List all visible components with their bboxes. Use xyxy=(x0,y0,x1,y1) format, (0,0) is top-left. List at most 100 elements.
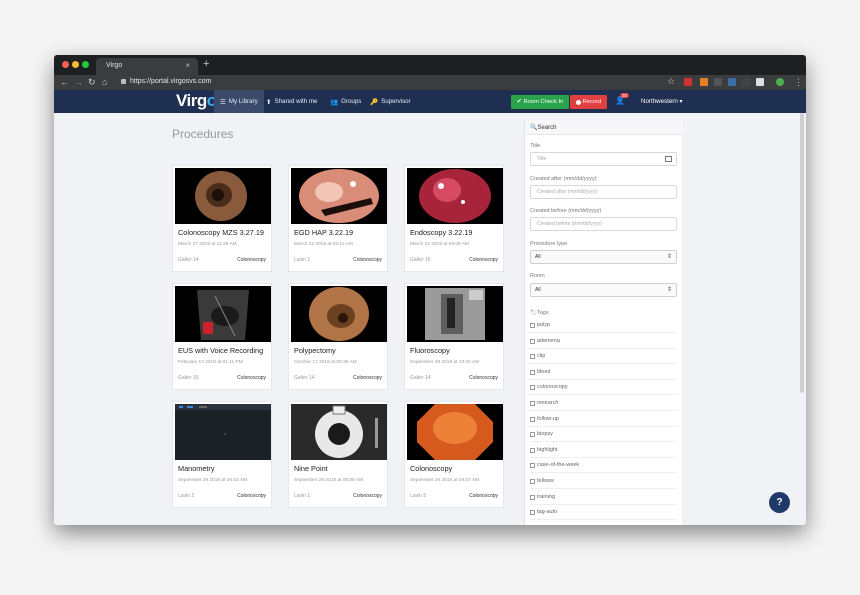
tag-checkbox[interactable]: bleed xyxy=(530,365,677,380)
procedure-card[interactable]: Nine Point September 28 2018 at 06:05 AM… xyxy=(288,401,388,508)
room-label: Room xyxy=(530,273,545,279)
tag-checkbox[interactable]: research xyxy=(530,396,677,411)
share-icon: ⬆ xyxy=(266,98,272,106)
procedure-thumbnail[interactable] xyxy=(175,168,271,224)
room-select[interactable]: All ⇕ xyxy=(530,283,677,297)
procedure-title[interactable]: Colonoscopy MZS 3.27.19 xyxy=(178,228,264,237)
procedure-room: Lavin 1 xyxy=(294,493,311,499)
procedure-title[interactable]: Endoscopy 3.22.19 xyxy=(410,228,472,237)
org-dropdown[interactable]: Northwestern ▾ xyxy=(641,98,683,105)
tag-checkbox[interactable]: highlight xyxy=(530,443,677,458)
extension-icon[interactable] xyxy=(728,78,736,86)
procedure-date: September 28 2018 at 06:05 AM xyxy=(294,478,364,483)
procedure-title[interactable]: EUS with Voice Recording xyxy=(178,346,263,355)
procedure-type-select[interactable]: All ⇕ xyxy=(530,250,677,264)
tag-checkbox[interactable]: fellows xyxy=(530,474,677,489)
procedure-thumbnail[interactable] xyxy=(407,286,503,342)
tag-checkbox[interactable]: tag-auto xyxy=(530,505,677,520)
home-icon[interactable]: ⌂ xyxy=(102,77,107,87)
procedure-thumbnail[interactable] xyxy=(175,286,271,342)
reload-icon[interactable]: ↻ xyxy=(88,77,96,88)
page-title: Procedures xyxy=(172,127,234,141)
nav-groups[interactable]: 👥 Groups xyxy=(324,90,367,113)
procedure-thumbnail[interactable] xyxy=(291,286,387,342)
procedure-card[interactable]: Fluoroscopy September 28 2018 at 10:25 A… xyxy=(404,283,504,390)
procedure-room: Galter 14 xyxy=(178,257,199,263)
procedure-thumbnail[interactable] xyxy=(291,168,387,224)
rss-extension-icon[interactable] xyxy=(700,78,708,86)
tag-checkbox[interactable]: colonoscopy xyxy=(530,380,677,395)
tag-icon: 🏷 xyxy=(530,310,537,316)
forward-arrow-icon[interactable]: → xyxy=(74,77,83,87)
maximize-window-button[interactable] xyxy=(82,61,89,68)
tag-checkbox[interactable]: case-of-the-week xyxy=(530,458,677,473)
procedure-card[interactable]: EUS with Voice Recording February 12 201… xyxy=(172,283,272,390)
notification-badge: 30 xyxy=(620,93,630,98)
room-check-in-button[interactable]: ✔ Room Check In xyxy=(511,95,569,109)
procedure-card[interactable]: EGD HAP 3.22.19 March 22 2019 at 09:12 A… xyxy=(288,165,388,272)
procedure-date: September 28 2018 at 06:15 AM xyxy=(178,478,248,483)
procedure-title[interactable]: Fluoroscopy xyxy=(410,346,450,355)
procedure-card[interactable]: Colonoscopy MZS 3.27.19 March 27 2019 at… xyxy=(172,165,272,272)
tag-checkbox[interactable]: training xyxy=(530,490,677,505)
procedure-room: Galter 15 xyxy=(410,257,431,263)
procedure-date: March 22 2019 at 09:12 AM xyxy=(294,242,353,247)
procedure-thumbnail[interactable] xyxy=(175,404,271,460)
nav-shared-with-me[interactable]: ⬆ Shared with me xyxy=(260,90,323,113)
search-header: 🔍Search xyxy=(525,120,683,135)
search-panel: 🔍Search Title Title Created after (mm/dd… xyxy=(524,120,683,525)
back-arrow-icon[interactable]: ← xyxy=(60,77,69,87)
procedure-room: Galter 14 xyxy=(294,375,315,381)
procedure-thumbnail[interactable] xyxy=(291,404,387,460)
help-button[interactable]: ? xyxy=(769,492,790,513)
extension-icon[interactable] xyxy=(742,78,750,86)
browser-menu-icon[interactable]: ⋮ xyxy=(794,77,803,88)
procedure-thumbnail[interactable] xyxy=(407,404,503,460)
procedure-type: Colonoscopy xyxy=(237,493,266,499)
profile-icon[interactable] xyxy=(776,78,784,86)
close-window-button[interactable] xyxy=(62,61,69,68)
url-field[interactable]: https://portal.virgosvs.com xyxy=(130,78,211,85)
created-before-input[interactable]: Created before (mm/dd/yyyy) xyxy=(530,217,677,231)
virgo-logo[interactable]: Virgo xyxy=(176,91,217,111)
bookmark-star-icon[interactable]: ☆ xyxy=(667,76,675,87)
procedure-title[interactable]: Nine Point xyxy=(294,464,328,473)
extension-icon[interactable] xyxy=(756,78,764,86)
procedure-type: Colonoscopy xyxy=(469,257,498,263)
new-tab-button[interactable]: + xyxy=(203,58,209,70)
procedure-title[interactable]: Polypectomy xyxy=(294,346,336,355)
nav-my-library[interactable]: ☰ My Library xyxy=(214,90,264,113)
nav-supervisor[interactable]: 🔑 Supervisor xyxy=(364,90,417,113)
tags-label: 🏷Tags xyxy=(530,310,549,316)
procedure-room: Galter 14 xyxy=(410,375,431,381)
lock-icon xyxy=(121,79,126,84)
procedure-type: Colonoscopy xyxy=(353,493,382,499)
procedure-room: Lavin 2 xyxy=(178,493,195,499)
close-icon[interactable]: × xyxy=(185,61,190,70)
title-input[interactable]: Title xyxy=(530,152,677,166)
extension-icon[interactable] xyxy=(714,78,722,86)
tag-checkbox[interactable]: biopsy xyxy=(530,427,677,442)
procedure-type: Colonoscopy xyxy=(237,257,266,263)
extension-icon[interactable] xyxy=(684,78,692,86)
procedure-title[interactable]: EGD HAP 3.22.19 xyxy=(294,228,353,237)
tag-checkbox[interactable]: adenoma xyxy=(530,334,677,349)
procedure-card[interactable]: Colonoscopy September 26 2018 at 08:57 A… xyxy=(404,401,504,508)
procedure-title[interactable]: Manometry xyxy=(178,464,215,473)
created-before-label: Created before (mm/dd/yyyy) xyxy=(530,208,602,214)
tag-checkbox[interactable]: polyp xyxy=(530,318,677,333)
page-scrollbar[interactable] xyxy=(800,113,804,393)
minimize-window-button[interactable] xyxy=(72,61,79,68)
procedure-title[interactable]: Colonoscopy xyxy=(410,464,452,473)
tag-checkbox[interactable]: clip xyxy=(530,349,677,364)
select-caret-icon: ⇕ xyxy=(666,287,672,293)
procedure-card[interactable]: Polypectomy October 17 2018 at 06:36 AM … xyxy=(288,283,388,390)
record-button[interactable]: Record xyxy=(570,95,607,109)
procedure-card[interactable]: Manometry September 28 2018 at 06:15 AM … xyxy=(172,401,272,508)
created-after-input[interactable]: Created after (mm/dd/yyyy) xyxy=(530,185,677,199)
procedure-card[interactable]: Endoscopy 3.22.19 March 22 2019 at 09:08… xyxy=(404,165,504,272)
check-icon: ✔ xyxy=(516,99,522,105)
browser-tab[interactable]: Virgo × xyxy=(96,58,198,75)
procedure-thumbnail[interactable] xyxy=(407,168,503,224)
tag-checkbox[interactable]: follow-up xyxy=(530,412,677,427)
